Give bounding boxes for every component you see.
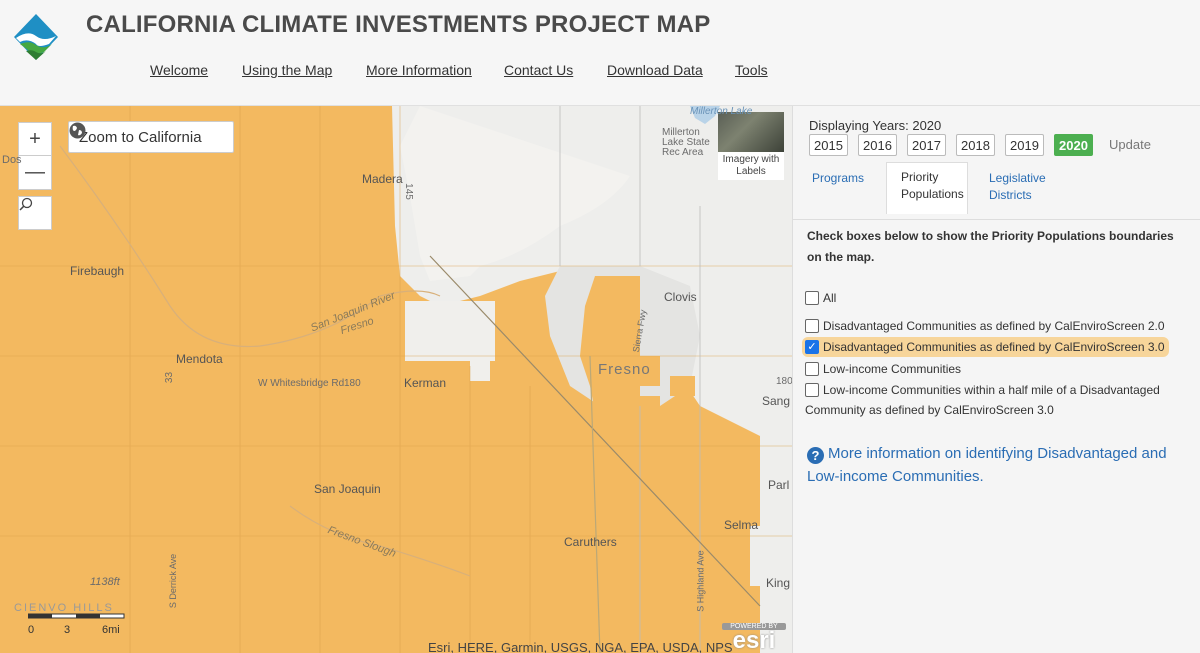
label-dos: Dos xyxy=(2,154,22,166)
tab-programs[interactable]: Programs xyxy=(812,170,864,187)
label-rd180-left: 180 xyxy=(344,378,361,389)
basemap-toggle[interactable]: Imagery with Labels xyxy=(718,112,784,180)
nav-welcome[interactable]: Welcome xyxy=(150,62,208,78)
checkbox-low-income-half-mile[interactable] xyxy=(805,383,819,397)
cci-logo xyxy=(14,14,58,60)
scale-label-6mi: 6mi xyxy=(102,624,120,636)
basemap-label: Imagery with Labels xyxy=(722,154,780,177)
nav-tools[interactable]: Tools xyxy=(735,62,768,78)
label-millerton-lake: Millerton Lake xyxy=(690,106,753,117)
year-2015-button[interactable]: 2015 xyxy=(809,134,848,156)
map-view[interactable]: + — Zoom to California Imagery with Labe… xyxy=(0,106,792,653)
update-button[interactable]: Update xyxy=(1109,137,1151,152)
basemap-thumbnail xyxy=(718,112,784,152)
label-clovis: Clovis xyxy=(664,290,697,304)
app-header: CALIFORNIA CLIMATE INVESTMENTS PROJECT M… xyxy=(0,0,1200,106)
zoom-to-california-button[interactable]: Zoom to California xyxy=(68,121,234,153)
scale-bar: 0 3 6mi xyxy=(14,610,125,638)
year-2017-button[interactable]: 2017 xyxy=(907,134,946,156)
nav-download-data[interactable]: Download Data xyxy=(607,62,703,78)
label-madera: Madera xyxy=(362,172,403,186)
label-rd180-right: 180 xyxy=(776,376,792,387)
label-san-joaquin: San Joaquin xyxy=(314,482,381,496)
scale-bar-graphic xyxy=(28,613,125,619)
label-selma: Selma xyxy=(724,518,759,532)
site-title: CALIFORNIA CLIMATE INVESTMENTS PROJECT M… xyxy=(86,11,711,38)
label-mendota: Mendota xyxy=(176,352,223,366)
checkbox-row-dac-ces3[interactable]: ✓ Disadvantaged Communities as defined b… xyxy=(802,337,1169,357)
more-info-link[interactable]: ? More information on identifying Disadva… xyxy=(807,442,1187,488)
checkbox-row-all[interactable]: All xyxy=(805,288,836,308)
panel-tabs: Programs Priority Populations Legislativ… xyxy=(809,162,1189,214)
checkbox-dac-ces3-label: Disadvantaged Communities as defined by … xyxy=(823,340,1165,354)
checkbox-low-income-half-mile-label: Low-income Communities within a half mil… xyxy=(805,383,1160,417)
globe-icon xyxy=(69,122,86,139)
checkbox-low-income[interactable] xyxy=(805,362,819,376)
checkbox-row-dac-ces2[interactable]: Disadvantaged Communities as defined by … xyxy=(805,316,1165,336)
main-nav: Welcome Using the Map More Information C… xyxy=(0,62,1200,80)
side-panel: Displaying Years: 2020 2015 2016 2017 20… xyxy=(792,106,1200,653)
label-w-whitesbridge: W Whitesbridge Rd xyxy=(258,378,345,389)
priority-populations-content: Check boxes below to show the Priority P… xyxy=(793,220,1200,653)
zoom-in-button[interactable]: + xyxy=(19,123,51,156)
nav-using-the-map[interactable]: Using the Map xyxy=(242,62,332,78)
checkbox-dac-ces2[interactable] xyxy=(805,319,819,333)
checkbox-row-low-income[interactable]: Low-income Communities xyxy=(805,359,961,379)
label-1138ft: 1138ft xyxy=(90,576,120,588)
year-2016-button[interactable]: 2016 xyxy=(858,134,897,156)
scale-label-3: 3 xyxy=(64,624,71,636)
checkbox-low-income-label: Low-income Communities xyxy=(823,362,962,376)
label-kerman: Kerman xyxy=(404,376,447,390)
zoom-to-california-label: Zoom to California xyxy=(79,128,202,146)
year-2020-button[interactable]: 2020 xyxy=(1054,134,1093,156)
scale-label-0: 0 xyxy=(28,624,35,636)
label-hwy33: 33 xyxy=(164,371,176,384)
map-canvas xyxy=(0,106,792,653)
instructions-text: Check boxes below to show the Priority P… xyxy=(807,229,1174,264)
zoom-control: + — xyxy=(18,122,52,190)
label-hwy145: 145 xyxy=(402,183,414,200)
label-sanger: Sang xyxy=(762,394,791,408)
label-fresno: Fresno xyxy=(598,361,651,378)
checkbox-all-label: All xyxy=(823,291,837,305)
esri-wordmark: esri xyxy=(732,627,776,653)
checkbox-row-low-income-half-mile[interactable]: Low-income Communities within a half mil… xyxy=(805,380,1177,420)
tab-legislative-districts[interactable]: Legislative Districts xyxy=(989,170,1059,204)
tab-priority-populations[interactable]: Priority Populations xyxy=(886,162,968,214)
map-search-button[interactable] xyxy=(18,196,52,230)
checkbox-all[interactable] xyxy=(805,291,819,305)
nav-more-information[interactable]: More Information xyxy=(366,62,472,78)
displaying-years-label: Displaying Years: 2020 xyxy=(809,118,942,133)
map-attribution[interactable]: Esri, HERE, Garmin, USGS, NGA, EPA, USDA… xyxy=(428,640,733,653)
more-info-link-text: More information on identifying Disadvan… xyxy=(807,445,1167,485)
search-icon xyxy=(19,197,33,211)
label-s-derrick: S Derrick Ave xyxy=(168,553,179,609)
checkbox-dac-ces2-label: Disadvantaged Communities as defined by … xyxy=(823,319,1165,333)
label-caruthers: Caruthers xyxy=(564,535,617,549)
year-2018-button[interactable]: 2018 xyxy=(956,134,995,156)
label-s-highland: S Highland Ave xyxy=(695,550,706,612)
label-firebaugh: Firebaugh xyxy=(70,264,125,278)
nav-contact-us[interactable]: Contact Us xyxy=(504,62,573,78)
esri-logo[interactable]: POWERED BY esri xyxy=(722,623,786,653)
checkbox-dac-ces3[interactable]: ✓ xyxy=(805,340,819,354)
year-2019-button[interactable]: 2019 xyxy=(1005,134,1044,156)
zoom-out-button[interactable]: — xyxy=(19,156,51,189)
label-millerton-sra: Millerton Lake State Rec Area xyxy=(662,127,710,158)
question-circle-icon: ? xyxy=(807,447,824,464)
label-parlier: Parl xyxy=(768,478,790,492)
label-kings: King xyxy=(766,576,791,590)
